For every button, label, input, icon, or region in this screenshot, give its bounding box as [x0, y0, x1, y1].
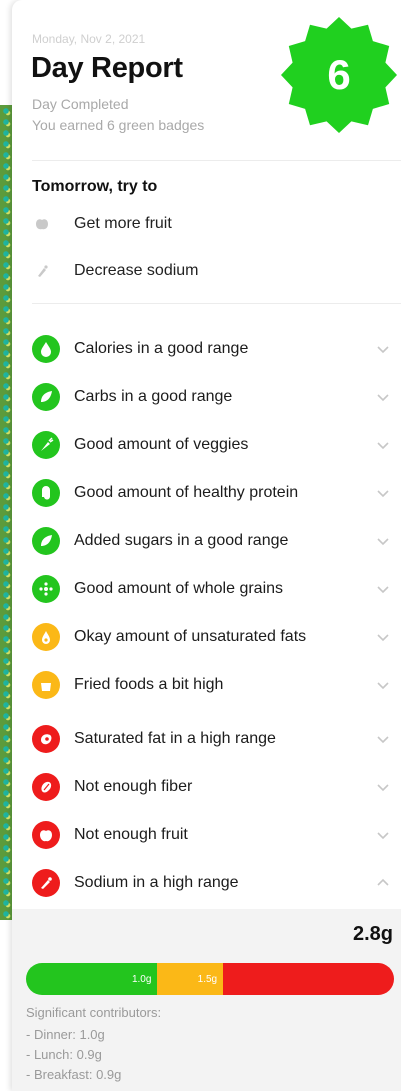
chevron-down-icon[interactable] — [375, 827, 391, 843]
report-row-added-sugars-in-a-good-range[interactable]: Added sugars in a good range — [32, 524, 401, 558]
salt-shaker-icon — [32, 869, 60, 897]
bean-icon — [32, 773, 60, 801]
row-label: Good amount of whole grains — [74, 580, 284, 597]
oil-drop-icon — [32, 623, 60, 651]
row-label: Calories in a good range — [74, 340, 249, 357]
page-title: Day Report — [31, 52, 183, 84]
day-status: Day Completed — [32, 96, 129, 112]
tip-get-more-fruit: Get more fruit — [32, 211, 172, 237]
leaf-icon — [32, 527, 60, 555]
bar-segment-yellow: 1.5g — [157, 963, 224, 995]
row-label: Saturated fat in a high range — [74, 730, 276, 747]
tip-label: Decrease sodium — [74, 262, 199, 279]
report-date: Monday, Nov 2, 2021 — [32, 32, 146, 46]
contributor-item: - Breakfast: 0.9g — [26, 1067, 122, 1082]
chevron-down-icon[interactable] — [375, 533, 391, 549]
sodium-amount: 2.8g — [352, 923, 393, 945]
steak-icon — [32, 725, 60, 753]
protein-icon — [32, 479, 60, 507]
chevron-down-icon[interactable] — [375, 629, 391, 645]
report-row-good-amount-of-veggies[interactable]: Good amount of veggies — [32, 428, 401, 462]
chevron-down-icon[interactable] — [375, 389, 391, 405]
report-row-good-amount-of-whole-grains[interactable]: Good amount of whole grains — [32, 572, 401, 606]
report-row-good-amount-of-healthy-protein[interactable]: Good amount of healthy protein — [32, 476, 401, 510]
contributors-heading: Significant contributors: — [26, 1005, 162, 1020]
fries-icon — [32, 671, 60, 699]
salt-shaker-icon — [32, 261, 52, 281]
contributor-item: - Dinner: 1.0g — [26, 1027, 105, 1042]
leaf-icon — [32, 383, 60, 411]
report-row-carbs-in-a-good-range[interactable]: Carbs in a good range — [32, 380, 401, 414]
contributor-item: - Lunch: 0.9g — [26, 1047, 102, 1062]
row-label: Okay amount of unsaturated fats — [74, 628, 307, 645]
row-label: Good amount of healthy protein — [74, 484, 299, 501]
report-row-calories-in-a-good-range[interactable]: Calories in a good range — [32, 332, 401, 366]
chevron-down-icon[interactable] — [375, 485, 391, 501]
apple-icon — [32, 214, 52, 234]
report-row-okay-amount-of-unsaturated-fats[interactable]: Okay amount of unsaturated fats — [32, 620, 401, 654]
chevron-down-icon[interactable] — [375, 779, 391, 795]
divider — [32, 160, 401, 161]
divider — [32, 303, 401, 304]
row-label: Good amount of veggies — [74, 436, 249, 453]
bar-segment-red — [223, 963, 394, 995]
row-label: Added sugars in a good range — [74, 532, 289, 549]
flame-drop-icon — [32, 335, 60, 363]
row-label: Fried foods a bit high — [74, 676, 224, 693]
report-row-saturated-fat-in-a-high-range[interactable]: Saturated fat in a high range — [32, 722, 401, 756]
report-row-fried-foods-a-bit-high[interactable]: Fried foods a bit high — [32, 668, 401, 702]
row-label: Not enough fruit — [74, 826, 188, 843]
report-row-not-enough-fiber[interactable]: Not enough fiber — [32, 770, 401, 804]
sodium-progress-bar: 1.0g 1.5g — [26, 963, 394, 995]
report-row-not-enough-fruit[interactable]: Not enough fruit — [32, 818, 401, 852]
sodium-detail-panel: 2.8g 1.0g 1.5g Significant contributors:… — [12, 909, 401, 1091]
tomorrow-heading: Tomorrow, try to — [32, 178, 158, 195]
chevron-down-icon[interactable] — [375, 677, 391, 693]
row-label: Carbs in a good range — [74, 388, 233, 405]
chevron-down-icon[interactable] — [375, 341, 391, 357]
grain-icon — [32, 575, 60, 603]
tip-label: Get more fruit — [74, 215, 172, 232]
chevron-up-icon[interactable] — [375, 875, 391, 891]
apple-icon — [32, 821, 60, 849]
report-row-sodium-in-a-high-range[interactable]: Sodium in a high range — [32, 866, 401, 900]
row-label: Sodium in a high range — [74, 874, 239, 891]
badges-earned-text: You earned 6 green badges — [32, 117, 205, 133]
row-label: Not enough fiber — [74, 778, 193, 795]
chevron-down-icon[interactable] — [375, 581, 391, 597]
carrot-icon — [32, 431, 60, 459]
chevron-down-icon[interactable] — [375, 437, 391, 453]
tip-decrease-sodium: Decrease sodium — [32, 258, 199, 284]
badge-count: 6 — [327, 51, 351, 98]
bar-segment-green: 1.0g — [26, 963, 158, 995]
chevron-down-icon[interactable] — [375, 731, 391, 747]
